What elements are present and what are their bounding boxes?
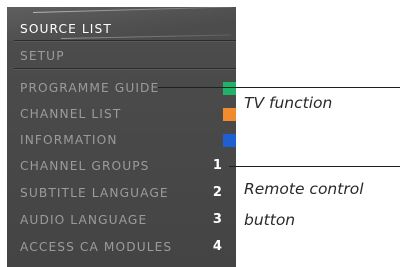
- menu-item-label: CHANNEL LIST: [20, 107, 122, 121]
- remote-key-number: 3: [212, 212, 223, 227]
- orange-key-indicator: [223, 108, 236, 121]
- menu-item-label: SUBTITLE LANGUAGE: [20, 186, 169, 200]
- menu-item-label: AUDIO LANGUAGE: [20, 213, 148, 227]
- menu-item-channel-list[interactable]: CHANNEL LIST: [20, 103, 236, 125]
- menu-divider: [14, 68, 236, 69]
- menu-item-subtitle-language[interactable]: SUBTITLE LANGUAGE 2: [20, 182, 234, 204]
- menu-item-label: CHANNEL GROUPS: [20, 159, 150, 173]
- callout-line-tv-function: [158, 87, 400, 88]
- menu-item-label: INFORMATION: [20, 133, 118, 147]
- sheen-line: [32, 6, 232, 13]
- menu-item-audio-language[interactable]: AUDIO LANGUAGE 3: [20, 209, 234, 231]
- menu-item-label: SOURCE LIST: [20, 22, 112, 36]
- callout-tv-function: TV function: [244, 94, 333, 112]
- menu-divider: [14, 40, 236, 41]
- remote-key-number: 4: [212, 239, 223, 254]
- menu-item-programme-guide[interactable]: PROGRAMME GUIDE: [20, 77, 236, 99]
- blue-key-indicator: [223, 134, 236, 147]
- menu-item-information[interactable]: INFORMATION: [20, 129, 236, 151]
- callout-remote-control-line2: button: [244, 211, 296, 229]
- menu-item-access-ca-modules[interactable]: ACCESS CA MODULES 4: [20, 236, 234, 258]
- callout-line-remote-control: [229, 166, 400, 167]
- remote-key-number: 1: [212, 158, 223, 173]
- menu-item-label: ACCESS CA MODULES: [20, 240, 173, 254]
- remote-key-number: 2: [212, 185, 223, 200]
- callout-remote-control-line1: Remote control: [244, 180, 364, 198]
- menu-panel: SOURCE LIST SETUP PROGRAMME GUIDE CHANNE…: [7, 6, 236, 267]
- menu-item-label: SETUP: [20, 49, 65, 63]
- green-key-indicator: [223, 82, 236, 95]
- menu-item-label: PROGRAMME GUIDE: [20, 81, 160, 95]
- menu-item-source-list[interactable]: SOURCE LIST: [20, 18, 234, 40]
- menu-item-channel-groups[interactable]: CHANNEL GROUPS 1: [20, 155, 234, 177]
- menu-item-setup[interactable]: SETUP: [20, 45, 234, 67]
